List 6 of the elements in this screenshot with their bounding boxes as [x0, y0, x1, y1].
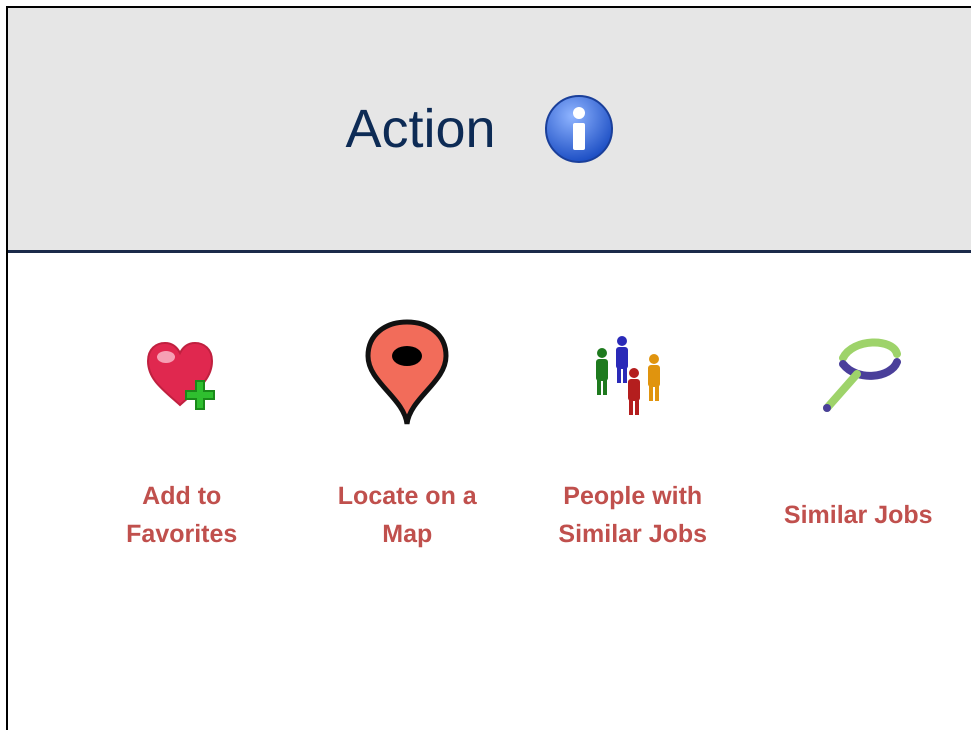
section-title: Action — [345, 98, 496, 160]
info-icon[interactable] — [544, 94, 614, 164]
action-link[interactable]: Locate on a Map — [320, 477, 495, 553]
action-link[interactable]: People with Similar Jobs — [545, 477, 720, 553]
action-link[interactable]: Similar Jobs — [770, 496, 946, 534]
action-link[interactable]: Add to Favorites — [94, 477, 270, 553]
